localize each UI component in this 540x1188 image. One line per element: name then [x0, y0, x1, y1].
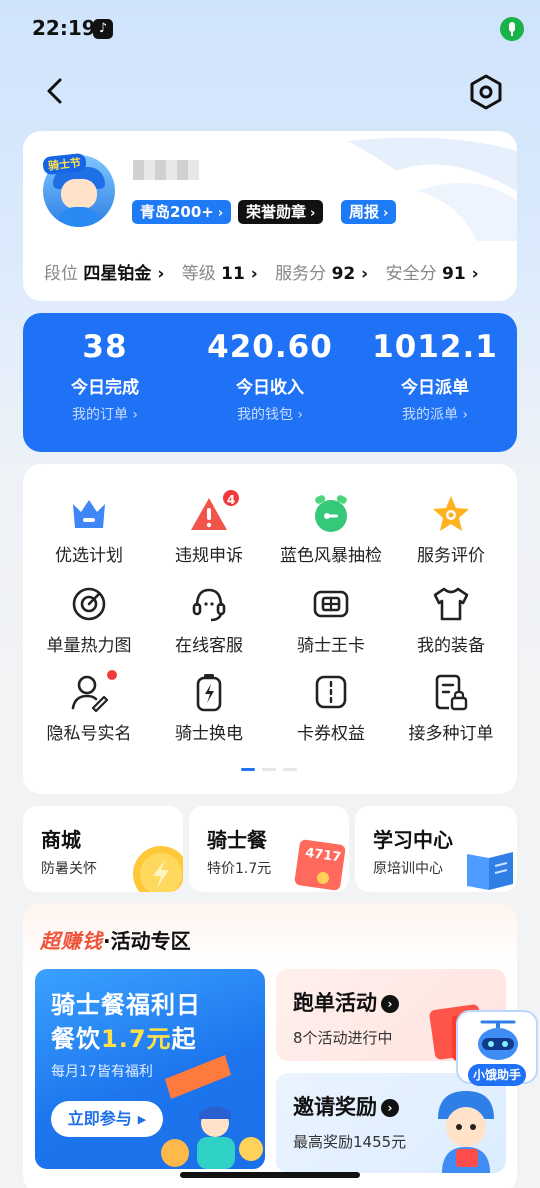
today-summary: 38 今日完成 我的订单 › 420.60 今日收入 我的钱包 › 1012.1… — [23, 313, 517, 452]
summary-income[interactable]: 420.60 今日收入 我的钱包 › — [188, 329, 352, 424]
shirt-icon — [433, 587, 469, 621]
join-now-button[interactable]: 立即参与 ▶ — [51, 1101, 163, 1137]
assistant-float-button[interactable]: 小饿助手 — [456, 1010, 538, 1086]
back-icon[interactable] — [38, 74, 72, 108]
settings-icon[interactable] — [466, 72, 506, 112]
user-name-masked — [133, 160, 199, 180]
profile-card: 骑士节 青岛200+ › 荣誉勋章 › 周报 › 段位 四星铂金 › 等级 11 › … — [23, 131, 517, 301]
invite-reward-card[interactable]: 邀请奖励 › 最高奖励1455元 — [276, 1073, 506, 1173]
coupon-icon — [315, 675, 347, 709]
arrow-right-icon: › — [381, 1099, 399, 1117]
stat-service-score[interactable]: 服务分 92 › — [275, 264, 380, 284]
grid-item-knight-card[interactable]: 骑士王卡 — [269, 584, 393, 664]
card-icon — [313, 590, 349, 618]
grid-item-online-support[interactable]: 在线客服 — [147, 584, 271, 664]
grid-item-blue-storm-check[interactable]: 蓝色风暴抽检 — [269, 494, 393, 574]
page-indicator — [241, 768, 301, 772]
tag-honor-medal[interactable]: 荣誉勋章 › — [238, 200, 324, 224]
arrow-right-icon: › — [381, 995, 399, 1013]
crown-icon — [73, 500, 105, 528]
stat-level[interactable]: 等级 11 › — [182, 264, 270, 284]
star-icon — [433, 496, 469, 531]
tag-city-rank[interactable]: 青岛200+ › — [132, 200, 232, 224]
mini-card-knight-meal[interactable]: 骑士餐 特价1.7元 4717 — [189, 806, 349, 892]
coin-icon — [133, 846, 183, 892]
promo-banner-knight-meal-day[interactable]: 骑士餐福利日 餐饮1.7元起 每月17皆有福利 立即参与 ▶ — [35, 969, 265, 1169]
stat-safety-score[interactable]: 安全分 91 › — [386, 264, 491, 284]
tag-weekly-report[interactable]: 周报 › — [341, 200, 397, 224]
grid-item-service-review[interactable]: 服务评价 — [389, 494, 513, 574]
activity-zone: 超赚钱·活动专区 骑士餐福利日 餐饮1.7元起 每月17皆有福利 立即参与 ▶ 跑… — [23, 903, 517, 1188]
grid-item-privacy-verification[interactable]: 隐私号实名 — [27, 670, 151, 752]
grid-item-heatmap[interactable]: 单量热力图 — [27, 584, 151, 664]
mini-card-mall[interactable]: 商城 防暑关怀 — [23, 806, 183, 892]
tiktok-icon: ♪ — [93, 19, 113, 39]
notification-badge: 4 — [221, 488, 241, 508]
status-time: 22:19 — [32, 16, 96, 40]
home-indicator[interactable] — [180, 1172, 360, 1178]
notification-dot — [107, 670, 117, 680]
user-edit-icon — [71, 675, 109, 712]
summary-completed[interactable]: 38 今日完成 我的订单 › — [23, 329, 187, 424]
rider-illustration — [161, 1055, 263, 1169]
stat-tier[interactable]: 段位 四星铂金 › — [44, 264, 176, 284]
microphone-icon — [500, 17, 524, 41]
robot-helper-icon — [478, 1020, 518, 1060]
decorative-wave — [347, 137, 517, 241]
summary-dispatched[interactable]: 1012.1 今日派单 我的派单 › — [353, 329, 517, 424]
battery-icon — [196, 674, 222, 712]
grid-item-preferred-plan[interactable]: 优选计划 — [27, 494, 151, 574]
headset-icon — [192, 588, 226, 622]
grid-item-battery-swap[interactable]: 骑士换电 — [147, 672, 271, 752]
book-icon — [467, 852, 513, 890]
alarm-clock-icon — [315, 495, 347, 532]
order-lock-icon — [435, 674, 468, 711]
grid-item-my-equipment[interactable]: 我的装备 — [389, 584, 513, 664]
grid-item-violation-appeal[interactable]: 4 违规申诉 — [147, 488, 271, 574]
target-icon — [72, 587, 106, 621]
rider-mascot-illustration — [438, 1091, 494, 1173]
activity-heading: 超赚钱·活动专区 — [40, 929, 191, 953]
top-nav — [0, 64, 540, 118]
mini-card-learning-center[interactable]: 学习中心 原培训中心 — [355, 806, 517, 892]
feature-grid: 优选计划 4 违规申诉 蓝色风暴抽检 服务评价 单量热力图 在线客服 骑士王卡 … — [23, 464, 517, 794]
grid-item-coupons[interactable]: 卡券权益 — [269, 672, 393, 752]
status-bar: 22:19 ♪ — [0, 0, 540, 58]
grid-item-multi-orders[interactable]: 接多种订单 — [389, 672, 513, 752]
profile-stats: 段位 四星铂金 › 等级 11 › 服务分 92 › 安全分 91 › — [44, 259, 491, 284]
